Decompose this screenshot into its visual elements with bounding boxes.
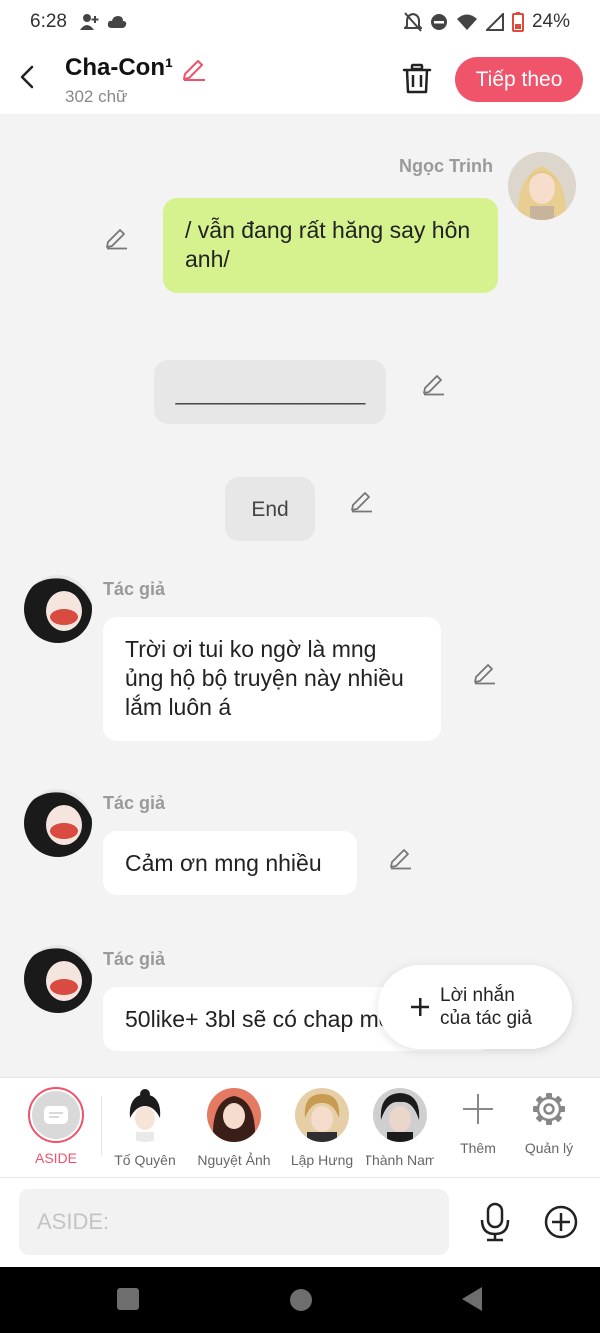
battery-icon xyxy=(511,12,524,32)
sender-name: Tác giả xyxy=(103,793,166,813)
character-label: ASIDE xyxy=(34,1150,77,1166)
author-note-line2: của tác giả xyxy=(440,1008,532,1029)
status-time: 6:28 xyxy=(30,11,67,32)
status-bar: 6:28 24% xyxy=(0,0,600,44)
message-input-row xyxy=(0,1178,600,1267)
character-selector: ASIDE Tố Quyên Nguyệt Ảnh Lập Hưng Thành… xyxy=(0,1077,600,1178)
narration-bubble[interactable]: End xyxy=(225,477,315,541)
message-bubble[interactable]: Trời ơi tui ko ngờ là mng ủng hộ bộ truy… xyxy=(103,617,441,741)
character-label: Thêm xyxy=(460,1140,496,1156)
message-bubble[interactable]: Cảm ơn mng nhiều xyxy=(103,831,357,895)
character-label: Thành Nam xyxy=(366,1152,434,1168)
attach-button[interactable] xyxy=(543,1204,579,1240)
sender-name: Ngọc Trinh xyxy=(399,156,493,176)
edit-message-icon[interactable] xyxy=(472,659,498,685)
chapter-title: Cha-Con¹ xyxy=(65,54,173,81)
voice-button[interactable] xyxy=(478,1202,512,1242)
avatar-thanh-nam xyxy=(373,1088,427,1142)
home-button[interactable] xyxy=(289,1288,313,1312)
character-label: Nguyệt Ảnh xyxy=(197,1152,271,1168)
back-nav-button[interactable] xyxy=(460,1286,484,1312)
mute-bell-icon xyxy=(403,12,422,32)
message-input[interactable] xyxy=(19,1189,449,1255)
cloud-icon xyxy=(107,16,127,28)
system-nav-bar xyxy=(0,1267,600,1333)
author-avatar xyxy=(24,789,92,857)
avatar xyxy=(207,1088,261,1142)
sender-name: Tác giả xyxy=(103,579,166,599)
character-nguyet-anh[interactable]: Nguyệt Ảnh xyxy=(190,1078,278,1178)
avatar xyxy=(118,1088,172,1142)
delete-button[interactable] xyxy=(400,62,434,96)
add-character-button[interactable]: Thêm xyxy=(440,1078,516,1178)
trash-icon xyxy=(402,63,432,94)
edit-title-icon[interactable] xyxy=(181,55,207,81)
edit-message-icon[interactable] xyxy=(349,487,375,513)
avatar xyxy=(295,1088,349,1142)
character-label: Quản lý xyxy=(524,1140,574,1156)
do-not-disturb-icon xyxy=(430,14,447,30)
avatar[interactable] xyxy=(24,945,92,1013)
avatar[interactable] xyxy=(24,575,92,643)
character-aside[interactable]: ASIDE xyxy=(12,1078,100,1178)
character-to-quyen[interactable]: Tố Quyên xyxy=(101,1078,189,1178)
message-bubble[interactable]: / vẫn đang rất hăng say hôn anh/ xyxy=(163,198,498,293)
avatar xyxy=(373,1088,427,1142)
edit-message-icon[interactable] xyxy=(104,224,130,250)
avatar-lap-hung xyxy=(295,1088,349,1142)
avatar[interactable] xyxy=(24,789,92,857)
avatar-to-quyen xyxy=(118,1088,172,1142)
chat-area[interactable]: Ngọc Trinh / vẫn đang rất hăng say hôn a… xyxy=(0,114,600,1077)
back-button[interactable] xyxy=(12,62,42,92)
character-lap-hung[interactable]: Lập Hưng xyxy=(278,1078,366,1178)
avatar[interactable] xyxy=(508,152,576,220)
character-label: Tố Quyên xyxy=(114,1152,176,1168)
plus-icon xyxy=(463,1094,493,1124)
author-avatar xyxy=(24,575,92,643)
battery-percent: 24% xyxy=(531,11,570,32)
author-note-button[interactable]: Lời nhắn của tác giả xyxy=(378,965,572,1049)
avatar-nguyet-anh xyxy=(207,1088,261,1142)
signal-icon xyxy=(485,13,504,31)
plus-icon xyxy=(411,998,429,1016)
word-count: 302 chữ xyxy=(65,87,128,106)
chevron-left-icon xyxy=(20,65,34,89)
aside-chat-icon xyxy=(44,1106,68,1124)
microphone-icon xyxy=(480,1202,510,1242)
avatar-blonde-girl xyxy=(508,152,576,220)
author-avatar xyxy=(24,945,92,1013)
author-note-line1: Lời nhắn xyxy=(440,985,515,1006)
next-button[interactable]: Tiếp theo xyxy=(455,57,583,102)
gear-icon xyxy=(533,1093,565,1125)
narration-bubble[interactable]: ________________ xyxy=(154,360,386,424)
character-label: Lập Hưng xyxy=(290,1152,354,1168)
wifi-icon xyxy=(456,14,477,30)
person-add-icon xyxy=(79,14,99,30)
edit-message-icon[interactable] xyxy=(388,844,414,870)
recents-button[interactable] xyxy=(116,1287,140,1311)
story-header: Cha-Con¹ 302 chữ Tiếp theo xyxy=(0,44,600,114)
plus-circle-icon xyxy=(544,1205,578,1239)
manage-characters-button[interactable]: Quản lý xyxy=(510,1078,588,1178)
character-thanh-nam[interactable]: Thành Nam xyxy=(366,1078,434,1178)
edit-message-icon[interactable] xyxy=(421,370,447,396)
sender-name: Tác giả xyxy=(103,949,166,969)
